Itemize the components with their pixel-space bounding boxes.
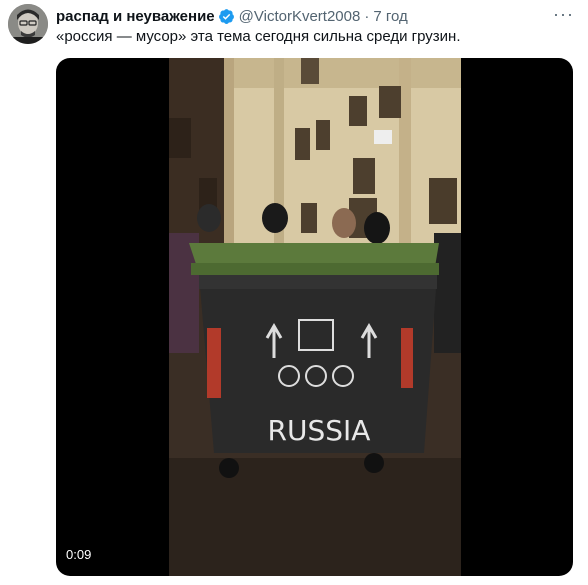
separator-dot: ·	[364, 7, 370, 25]
tweet-header: распад и неуважение @VictorKvert2008 · 7…	[56, 6, 408, 26]
container-graffiti: RUSSIA	[268, 414, 371, 447]
more-options-icon[interactable]: ···	[553, 5, 574, 23]
timestamp[interactable]: 7 год	[373, 8, 407, 25]
avatar[interactable]	[8, 4, 48, 44]
user-handle[interactable]: @VictorKvert2008	[239, 8, 361, 25]
verified-badge-icon	[218, 8, 234, 24]
video-player[interactable]: RUSSIA 0:09	[56, 58, 573, 576]
tweet[interactable]: распад и неуважение @VictorKvert2008 · 7…	[0, 0, 588, 585]
avatar-photo	[8, 4, 48, 44]
video-frame-image: RUSSIA	[169, 58, 461, 576]
video-duration: 0:09	[66, 547, 92, 562]
tweet-text: «россия — мусор» эта тема сегодня сильна…	[56, 28, 461, 45]
display-name[interactable]: распад и неуважение	[56, 8, 215, 25]
